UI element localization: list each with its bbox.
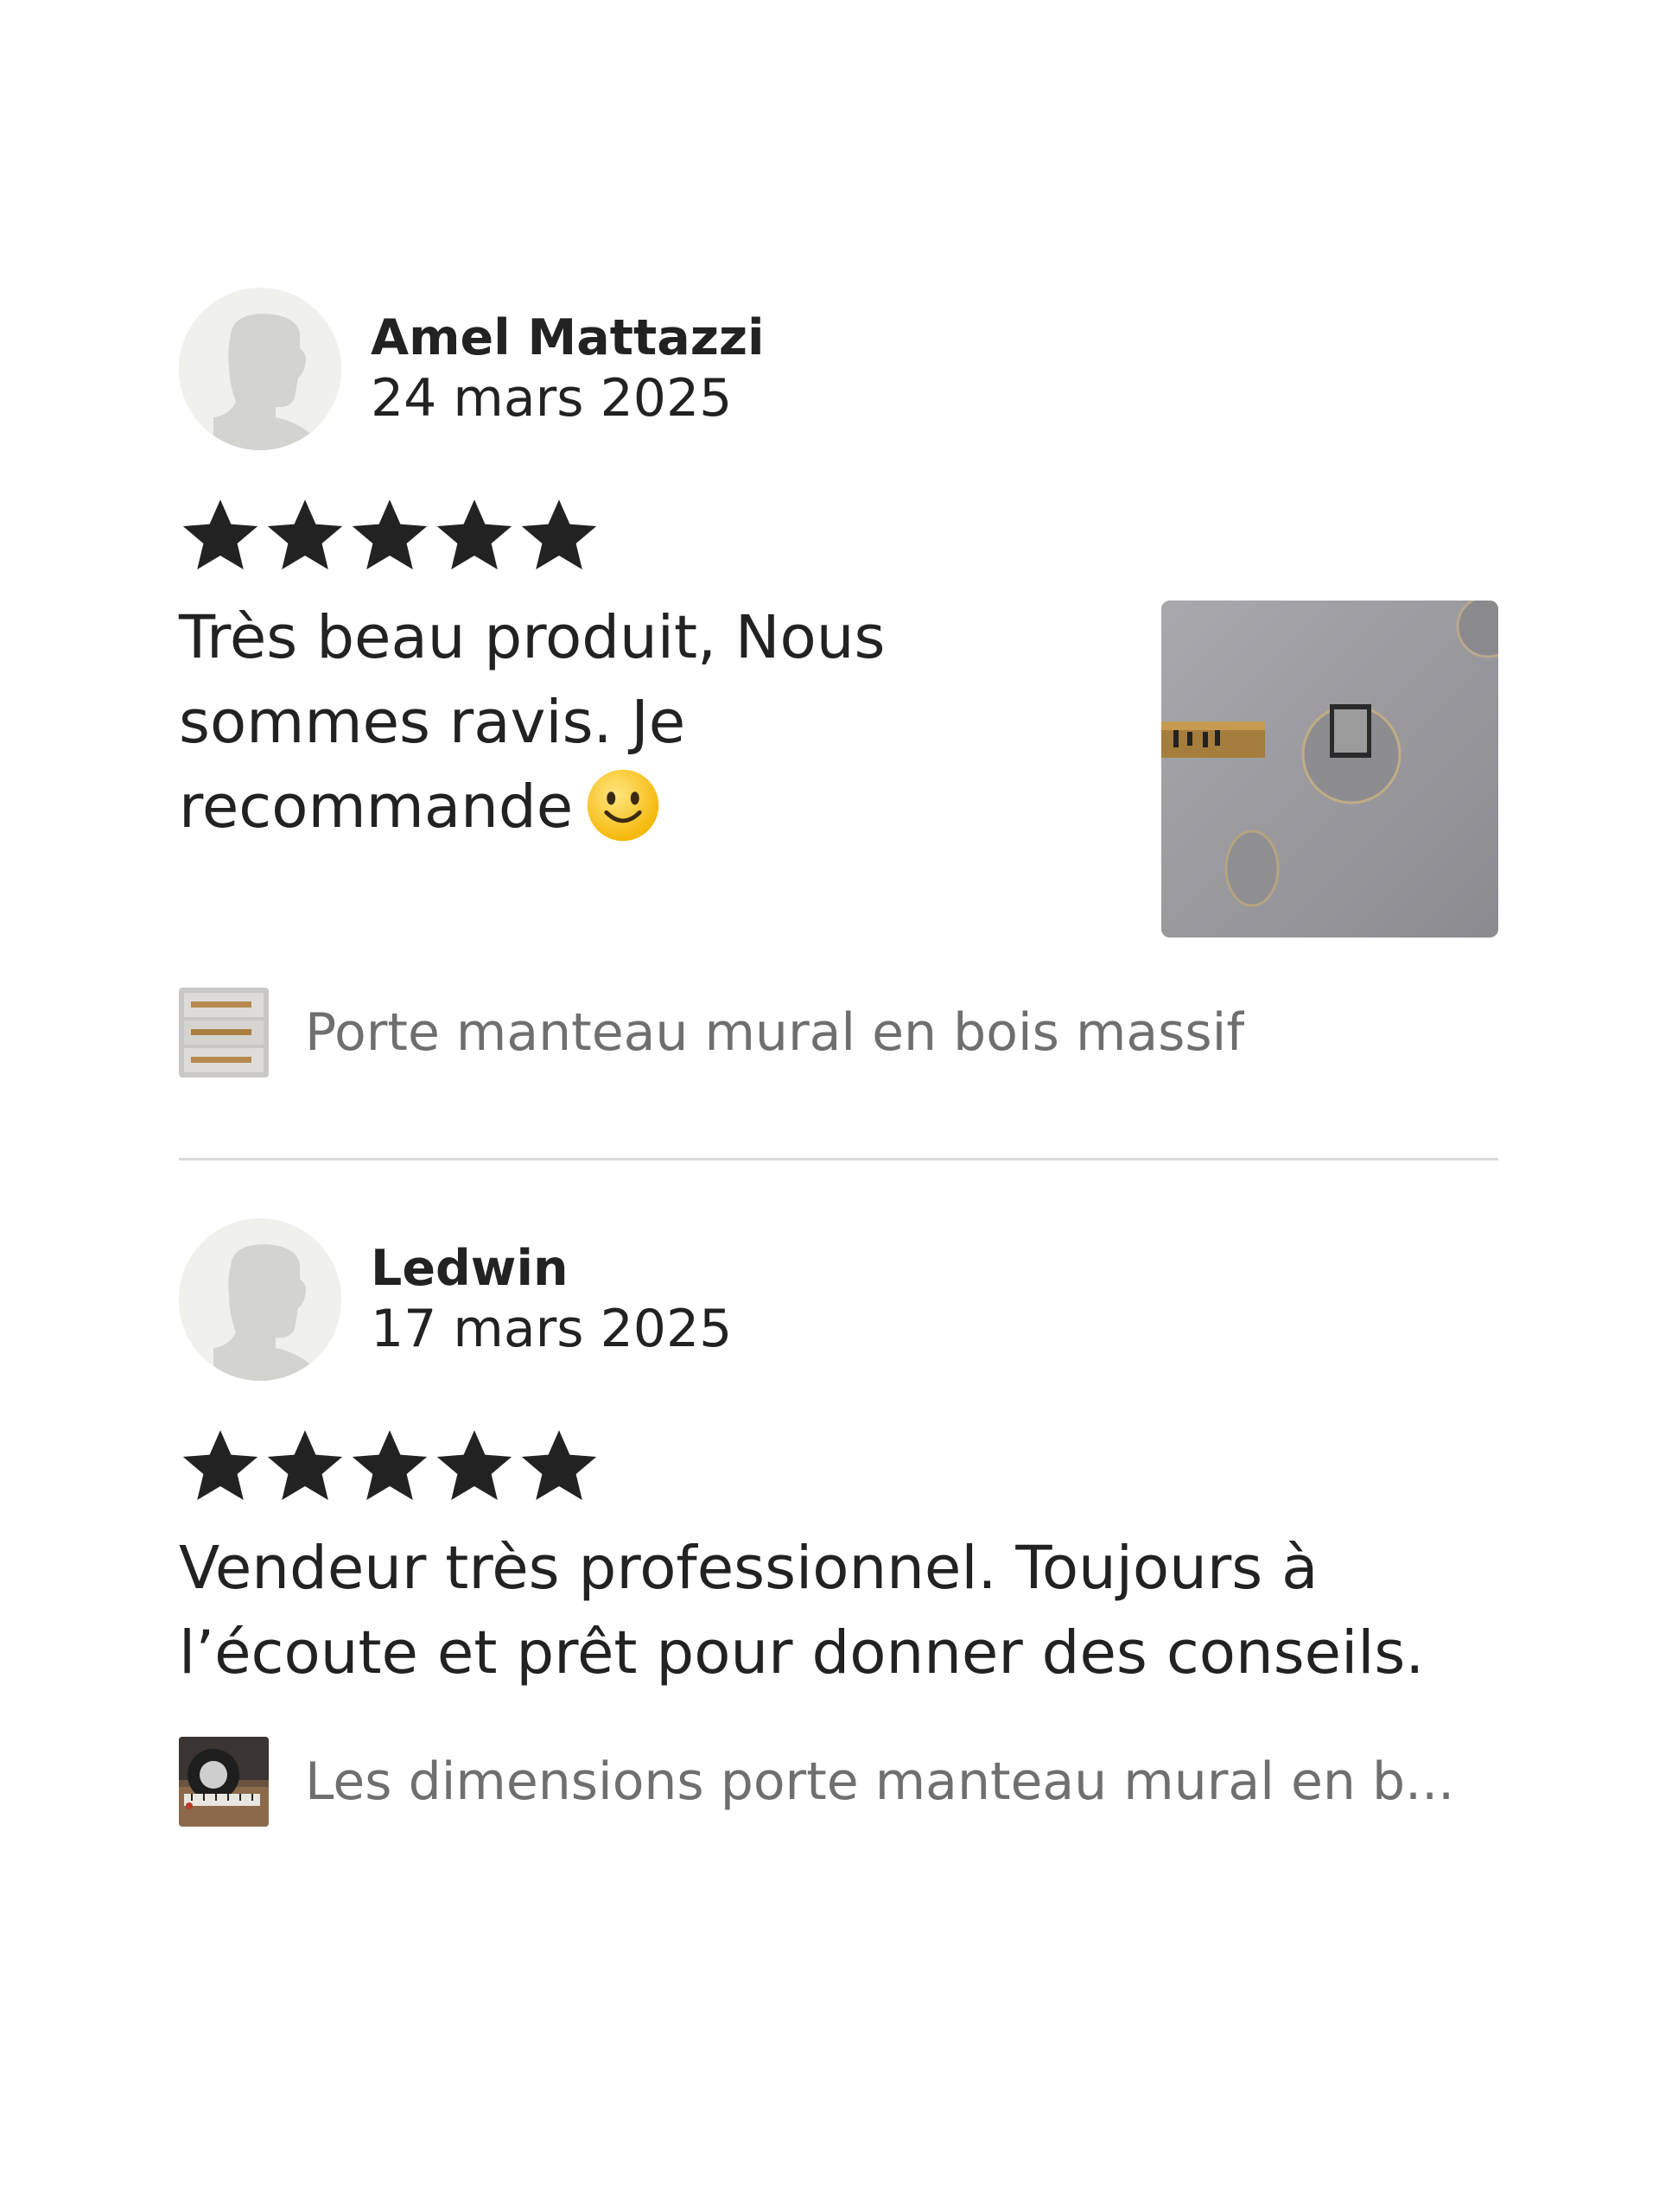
product-thumbnail [179,1737,269,1827]
review-text: Très beau produit, Nous sommes ravis. Je… [179,595,1077,849]
star-rating [179,493,1498,576]
review-text-content: Très beau produit, Nous sommes ravis. Je… [179,603,886,842]
star-icon [182,1430,258,1500]
review-divider [179,1158,1498,1160]
wall-mirrors-photo [1161,601,1498,938]
reviewer-name[interactable]: Ledwin [371,1239,732,1298]
reviewer-meta: Amel Mattazzi 24 mars 2025 [371,308,765,429]
slightly-smiling-face-icon [587,769,659,842]
review-header: Amel Mattazzi 24 mars 2025 [179,288,1498,450]
star-icon [352,1430,428,1500]
review-body: Vendeur très professionnel. Toujours à l… [179,1526,1498,1695]
review-body: Très beau produit, Nous sommes ravis. Je… [179,595,1498,938]
review-photo[interactable] [1161,601,1498,938]
review-header: Ledwin 17 mars 2025 [179,1218,1498,1381]
reviews-page: Amel Mattazzi 24 mars 2025 Très beau pro… [0,0,1659,2212]
default-avatar-icon [179,1218,341,1381]
star-icon [182,499,258,569]
star-icon [436,1430,512,1500]
product-link[interactable]: Porte manteau mural en bois massif [179,988,1498,1077]
product-title[interactable]: Les dimensions porte manteau mural en b.… [305,1751,1454,1812]
star-icon [352,499,428,569]
star-icon [521,1430,597,1500]
default-avatar-icon [179,288,341,450]
star-icon [521,499,597,569]
star-icon [267,1430,343,1500]
star-icon [267,499,343,569]
product-thumbnail [179,988,269,1077]
review-date: 17 mars 2025 [371,1299,733,1359]
reviewer-name[interactable]: Amel Mattazzi [371,308,765,367]
avatar[interactable] [179,1218,341,1381]
product-title[interactable]: Porte manteau mural en bois massif [305,1002,1244,1063]
coat-rack-thumbnail [179,988,269,1077]
measuring-tape-thumbnail [179,1737,269,1827]
review-date: 24 mars 2025 [371,368,733,429]
star-rating [179,1424,1498,1507]
star-icon [436,499,512,569]
review-text: Vendeur très professionnel. Toujours à l… [179,1534,1425,1688]
review-card: Amel Mattazzi 24 mars 2025 Très beau pro… [179,288,1498,1077]
review-card: Ledwin 17 mars 2025 Vendeur très profess… [179,1218,1498,1827]
reviewer-meta: Ledwin 17 mars 2025 [371,1239,732,1360]
avatar[interactable] [179,288,341,450]
product-link[interactable]: Les dimensions porte manteau mural en b.… [179,1737,1498,1827]
